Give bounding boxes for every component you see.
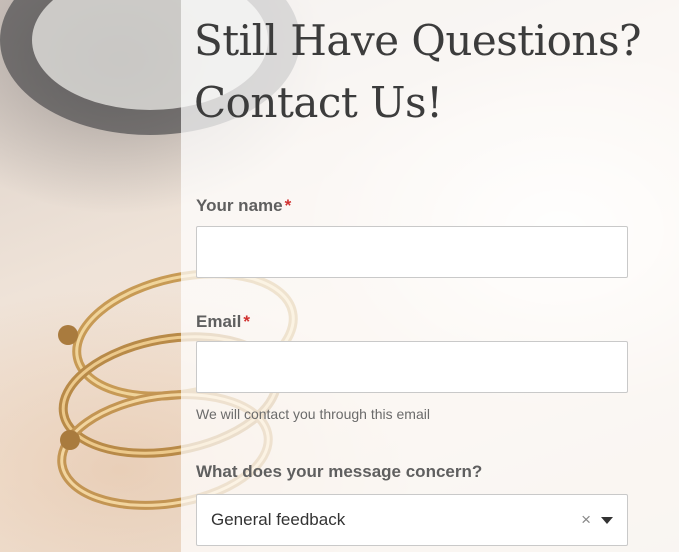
concern-select[interactable]: General feedback × — [196, 494, 628, 546]
email-label: Email * — [196, 312, 250, 332]
email-label-text: Email — [196, 312, 242, 331]
email-help-text: We will contact you through this email — [196, 406, 430, 422]
required-marker: * — [284, 196, 292, 215]
name-label-text: Your name — [196, 196, 283, 215]
required-marker: * — [243, 312, 250, 331]
close-icon[interactable]: × — [581, 510, 591, 530]
name-label: Your name * — [196, 196, 291, 216]
name-input[interactable] — [196, 226, 628, 278]
email-input[interactable] — [196, 341, 628, 393]
concern-label: What does your message concern? — [196, 462, 483, 481]
page-title: Still Have Questions? Contact Us! — [194, 10, 674, 134]
chevron-down-icon[interactable] — [601, 516, 613, 524]
concern-selected-value: General feedback — [211, 510, 346, 529]
title-line-2: Contact Us! — [194, 78, 443, 127]
title-line-1: Still Have Questions? — [194, 16, 642, 65]
